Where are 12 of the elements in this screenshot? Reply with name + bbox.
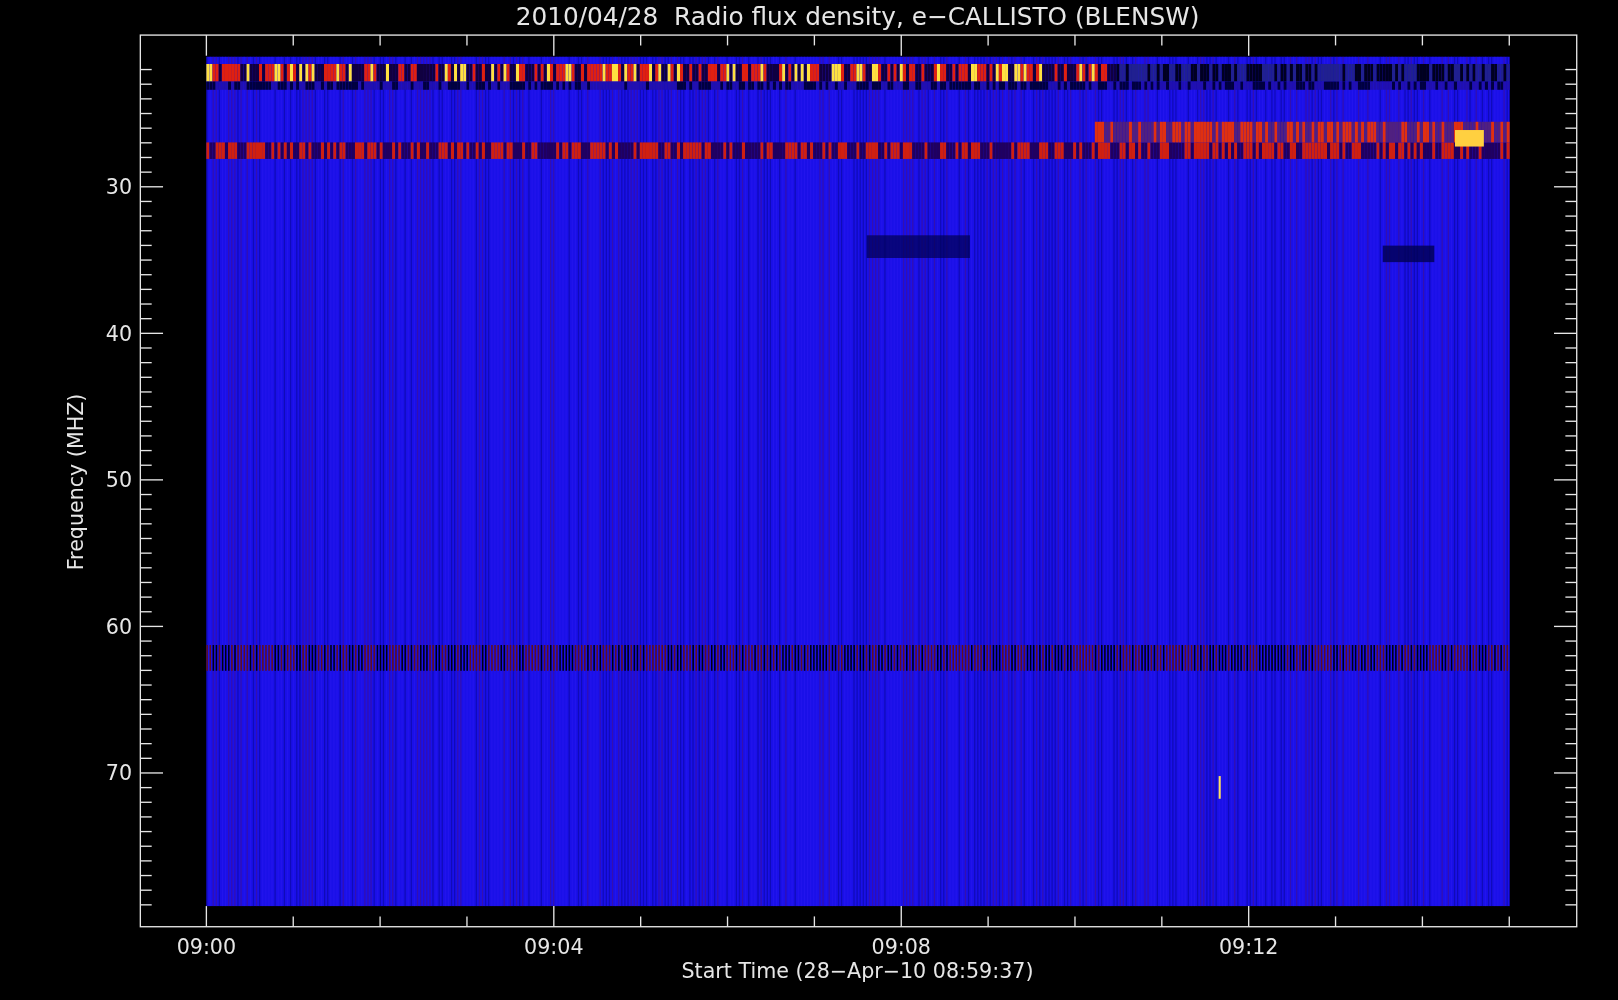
- x-tick-label: 09:04: [524, 934, 584, 959]
- chart-title: 2010/04/28 Radio flux density, e−CALLISTO (BLENSW): [515, 1, 1200, 31]
- x-axis-title: Start Time (28−Apr−10 08:59:37): [681, 959, 1034, 984]
- x-tick-label: 09:08: [871, 934, 931, 959]
- y-tick-label: 50: [105, 468, 133, 493]
- y-axis-title: Frequency (MHZ): [63, 393, 88, 571]
- y-tick-label: 40: [105, 321, 133, 346]
- x-tick-label: 09:12: [1218, 934, 1279, 959]
- y-tick-label: 30: [105, 175, 133, 199]
- x-tick-label: 09:00: [176, 934, 237, 959]
- y-tick-label: 70: [105, 761, 133, 786]
- y-tick-label: 60: [105, 614, 133, 639]
